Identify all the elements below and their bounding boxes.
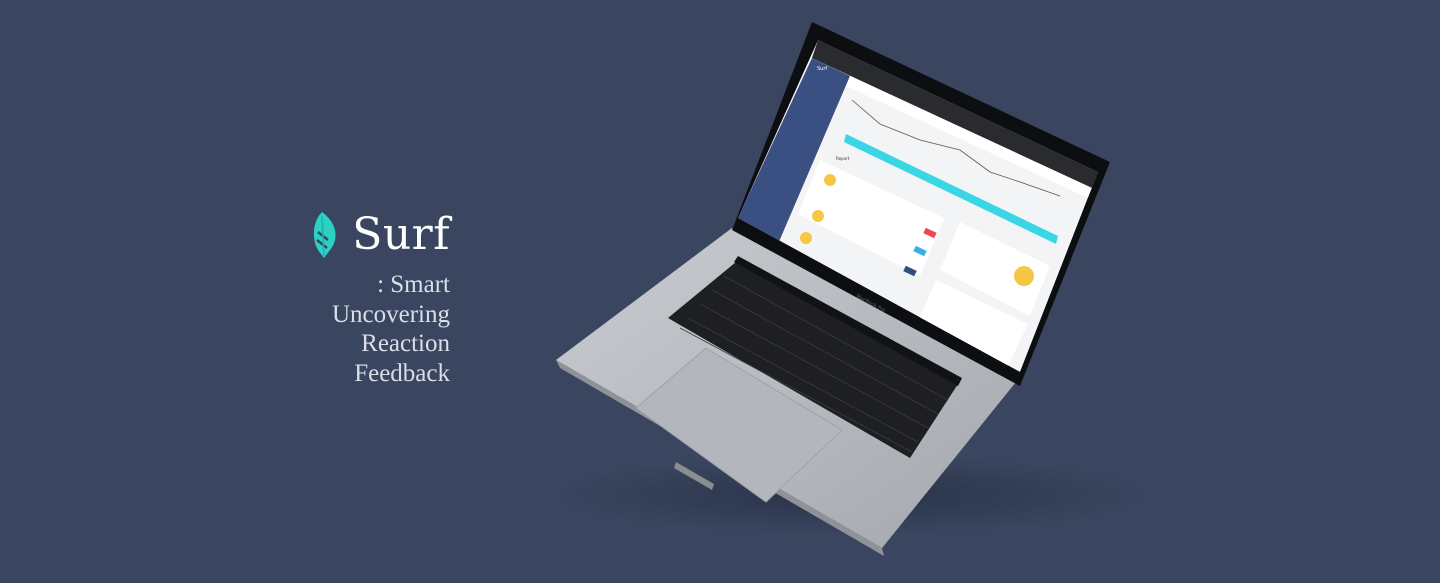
section-label: Report [836, 156, 850, 161]
emoji-face-icon [800, 232, 812, 244]
emoji-face-icon [812, 210, 824, 222]
emoji-face-icon [824, 174, 836, 186]
laptop-illustration: Surf Report MacBook Pro [550, 22, 1150, 556]
laptop-mockup: Surf Report MacBook Pro [0, 0, 1440, 583]
sidebar-title: Surf [817, 66, 827, 72]
emoji-nerd-icon [1014, 266, 1034, 286]
